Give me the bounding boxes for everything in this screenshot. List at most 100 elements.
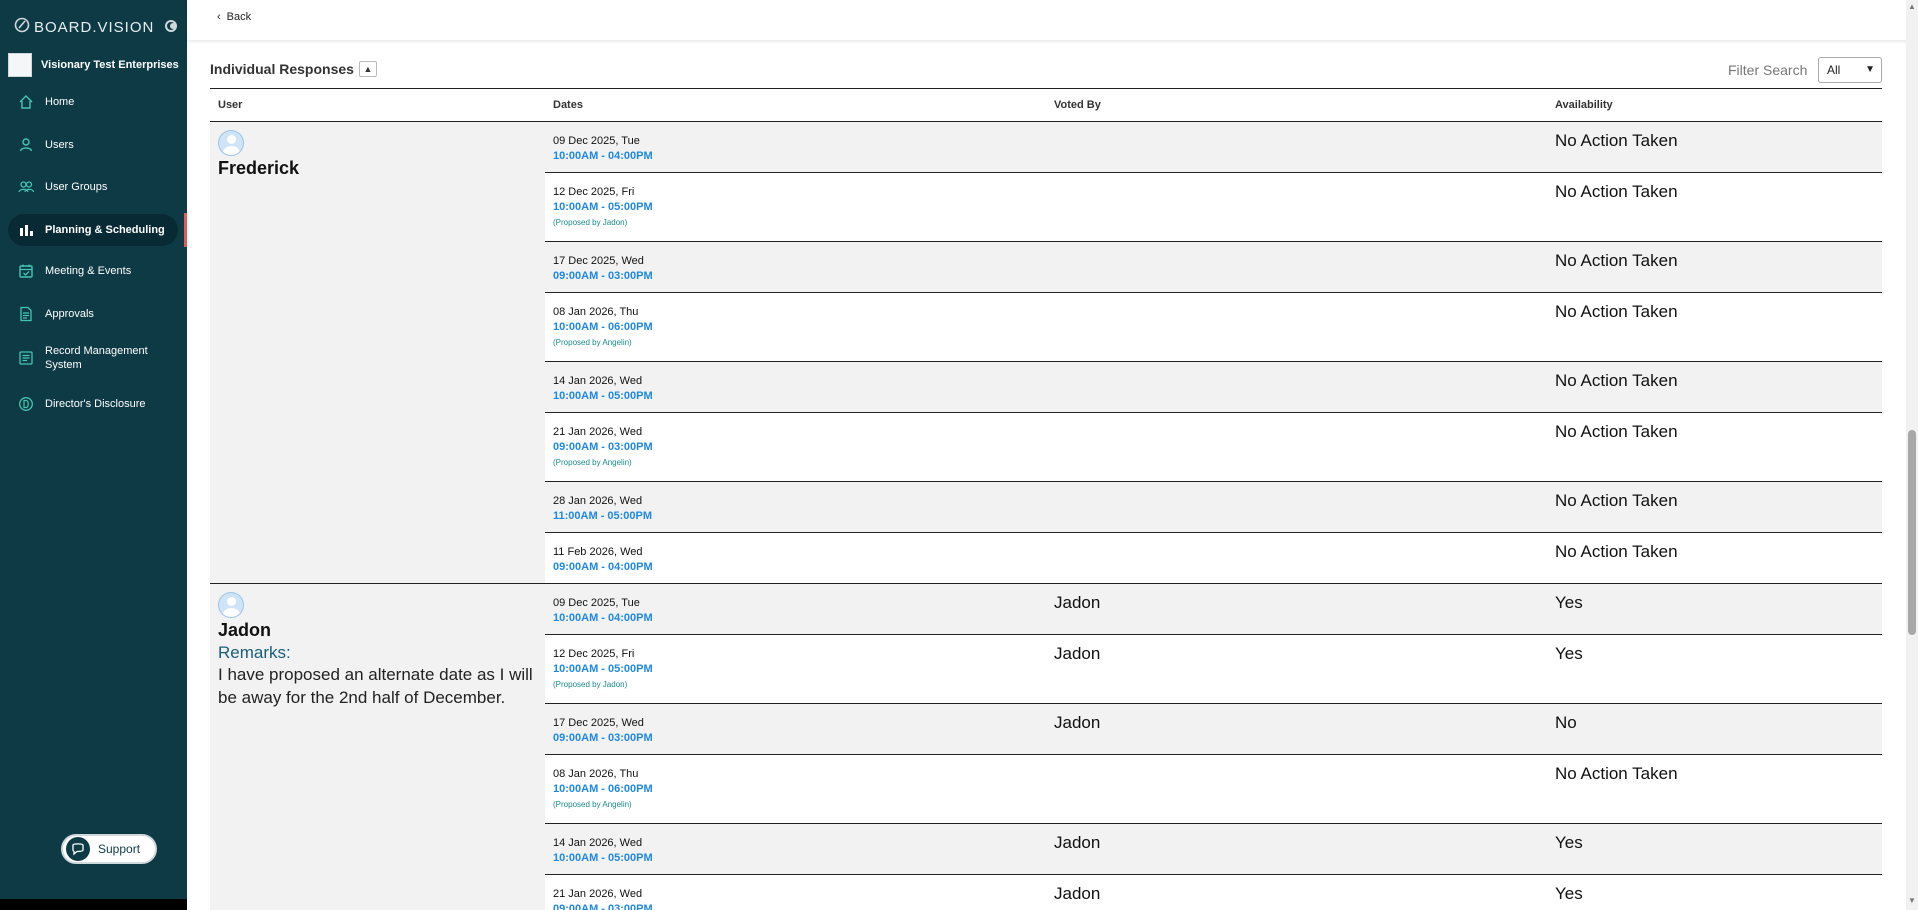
users-icon	[18, 179, 34, 195]
date-label: 12 Dec 2025, Fri	[553, 186, 635, 198]
sidebar-item-user-groups[interactable]: User Groups	[8, 171, 178, 203]
voted-by-cell	[1046, 121, 1547, 173]
voted-by: Jadon	[1054, 644, 1101, 663]
date-label: 21 Jan 2026, Wed	[553, 888, 643, 900]
sidebar: BOARD.VISION Visionary Test Enterprises …	[0, 0, 187, 910]
scroll-thumb[interactable]	[1908, 430, 1916, 635]
sidebar-item-home[interactable]: Home	[8, 86, 178, 118]
calendar-icon	[18, 263, 34, 279]
voted-by-cell	[1046, 481, 1547, 533]
sidebar-item-approvals[interactable]: Approvals	[8, 298, 178, 330]
home-icon	[18, 94, 34, 110]
chevron-down-icon: ▼	[1865, 64, 1875, 75]
date-label: 21 Jan 2026, Wed	[553, 426, 643, 438]
date-cell: 08 Jan 2026, Thu 10:00AM - 06:00PM (Prop…	[545, 754, 1046, 824]
back-link[interactable]: ‹ Back	[217, 11, 251, 23]
page-scrollbar[interactable]: ▲ ▼	[1906, 0, 1918, 910]
date-label: 17 Dec 2025, Wed	[553, 717, 644, 729]
date-label: 09 Dec 2025, Tue	[553, 135, 640, 147]
support-button[interactable]: Support	[61, 834, 157, 864]
sidebar-item-planning-scheduling[interactable]: Planning & Scheduling	[8, 214, 178, 246]
availability-status: No Action Taken	[1555, 251, 1678, 270]
brand-logo[interactable]: BOARD.VISION	[14, 16, 154, 38]
date-label: 17 Dec 2025, Wed	[553, 255, 644, 267]
time-range: 10:00AM - 05:00PM	[553, 663, 653, 675]
availability-status: No Action Taken	[1555, 422, 1678, 441]
sidebar-item-label: Planning & Scheduling	[45, 224, 165, 236]
time-range: 09:00AM - 03:00PM	[553, 732, 653, 744]
date-cell: 17 Dec 2025, Wed 09:00AM - 03:00PM	[545, 703, 1046, 755]
org-switcher[interactable]: Visionary Test Enterprises	[8, 52, 180, 78]
table-body: Frederick 09 Dec 2025, Tue 10:00AM - 04:…	[210, 121, 1882, 910]
chevron-up-icon: ▲	[363, 64, 373, 74]
date-label: 14 Jan 2026, Wed	[553, 837, 643, 849]
sidebar-item-record-management[interactable]: Record Management System	[8, 338, 178, 378]
collapse-button[interactable]: ▲	[359, 61, 377, 77]
date-cell: 12 Dec 2025, Fri 10:00AM - 05:00PM (Prop…	[545, 634, 1046, 704]
filter-select[interactable]: All ▼	[1818, 57, 1882, 83]
proposed-by: (Proposed by Angelin)	[553, 338, 632, 347]
records-icon	[18, 350, 34, 366]
responses-table: User Dates Voted By Availability Frederi…	[210, 88, 1882, 910]
date-cell: 08 Jan 2026, Thu 10:00AM - 06:00PM (Prop…	[545, 292, 1046, 362]
voted-by-cell	[1046, 241, 1547, 293]
availability-status: No Action Taken	[1555, 371, 1678, 390]
sidebar-item-users[interactable]: Users	[8, 129, 178, 161]
sidebar-item-label: Home	[45, 96, 75, 108]
time-range: 10:00AM - 05:00PM	[553, 852, 653, 864]
availability-cell: No Action Taken	[1547, 292, 1882, 362]
date-label: 08 Jan 2026, Thu	[553, 306, 639, 318]
scroll-up-icon[interactable]: ▲	[1908, 2, 1916, 11]
app-root: BOARD.VISION Visionary Test Enterprises …	[0, 0, 1918, 910]
time-range: 10:00AM - 05:00PM	[553, 201, 653, 213]
date-cell: 09 Dec 2025, Tue 10:00AM - 04:00PM	[545, 121, 1046, 173]
chat-icon	[66, 837, 90, 861]
date-cell: 11 Feb 2026, Wed 09:00AM - 04:00PM	[545, 532, 1046, 584]
voted-by-cell	[1046, 292, 1547, 362]
proposed-by: (Proposed by Angelin)	[553, 458, 632, 467]
availability-status: No Action Taken	[1555, 302, 1678, 321]
sidebar-item-label: Users	[45, 139, 74, 151]
date-cell: 14 Jan 2026, Wed 10:00AM - 05:00PM	[545, 361, 1046, 413]
date-label: 12 Dec 2025, Fri	[553, 648, 635, 660]
sidebar-item-meeting-events[interactable]: Meeting & Events	[8, 255, 178, 287]
voted-by-cell: Jadon	[1046, 583, 1547, 635]
voted-by: Jadon	[1054, 833, 1101, 852]
responses-panel: Individual Responses ▲ Filter Search All…	[210, 55, 1882, 910]
chevron-left-icon: ‹	[217, 11, 221, 23]
org-name: Visionary Test Enterprises	[41, 59, 179, 71]
voted-by: Jadon	[1054, 593, 1101, 612]
date-cell: 14 Jan 2026, Wed 10:00AM - 05:00PM	[545, 823, 1046, 875]
section-title: Individual Responses	[210, 61, 354, 77]
brand-mark-icon	[14, 17, 30, 38]
date-cell: 21 Jan 2026, Wed 09:00AM - 03:00PM (Prop…	[545, 412, 1046, 482]
time-range: 10:00AM - 04:00PM	[553, 612, 653, 624]
time-range: 11:00AM - 05:00PM	[553, 510, 653, 522]
sidebar-item-label: User Groups	[45, 181, 108, 193]
availability-cell: No Action Taken	[1547, 121, 1882, 173]
scroll-down-icon[interactable]: ▼	[1908, 896, 1916, 905]
proposed-by: (Proposed by Jadon)	[553, 680, 628, 689]
date-cell: 12 Dec 2025, Fri 10:00AM - 05:00PM (Prop…	[545, 172, 1046, 242]
voted-by-cell	[1046, 361, 1547, 413]
time-range: 09:00AM - 04:00PM	[553, 561, 653, 573]
availability-status: No Action Taken	[1555, 764, 1678, 783]
sidebar-item-directors-disclosure[interactable]: Director's Disclosure	[8, 388, 178, 420]
voted-by-cell: Jadon	[1046, 874, 1547, 910]
active-indicator	[184, 213, 187, 247]
availability-cell: Yes	[1547, 634, 1882, 704]
sidebar-toggle-icon[interactable]	[165, 20, 177, 32]
remarks-text: I have proposed an alternate date as I w…	[218, 665, 533, 707]
filter-select-value: All	[1827, 63, 1841, 77]
date-cell: 09 Dec 2025, Tue 10:00AM - 04:00PM	[545, 583, 1046, 635]
header-user: User	[210, 88, 545, 122]
availability-status: Yes	[1555, 884, 1583, 903]
date-label: 09 Dec 2025, Tue	[553, 597, 640, 609]
voted-by-cell	[1046, 532, 1547, 584]
avatar	[218, 592, 244, 618]
time-range: 09:00AM - 03:00PM	[553, 270, 653, 282]
availability-status: Yes	[1555, 644, 1583, 663]
sidebar-item-label: Director's Disclosure	[45, 398, 146, 410]
availability-status: No	[1555, 713, 1577, 732]
availability-status: No Action Taken	[1555, 542, 1678, 561]
